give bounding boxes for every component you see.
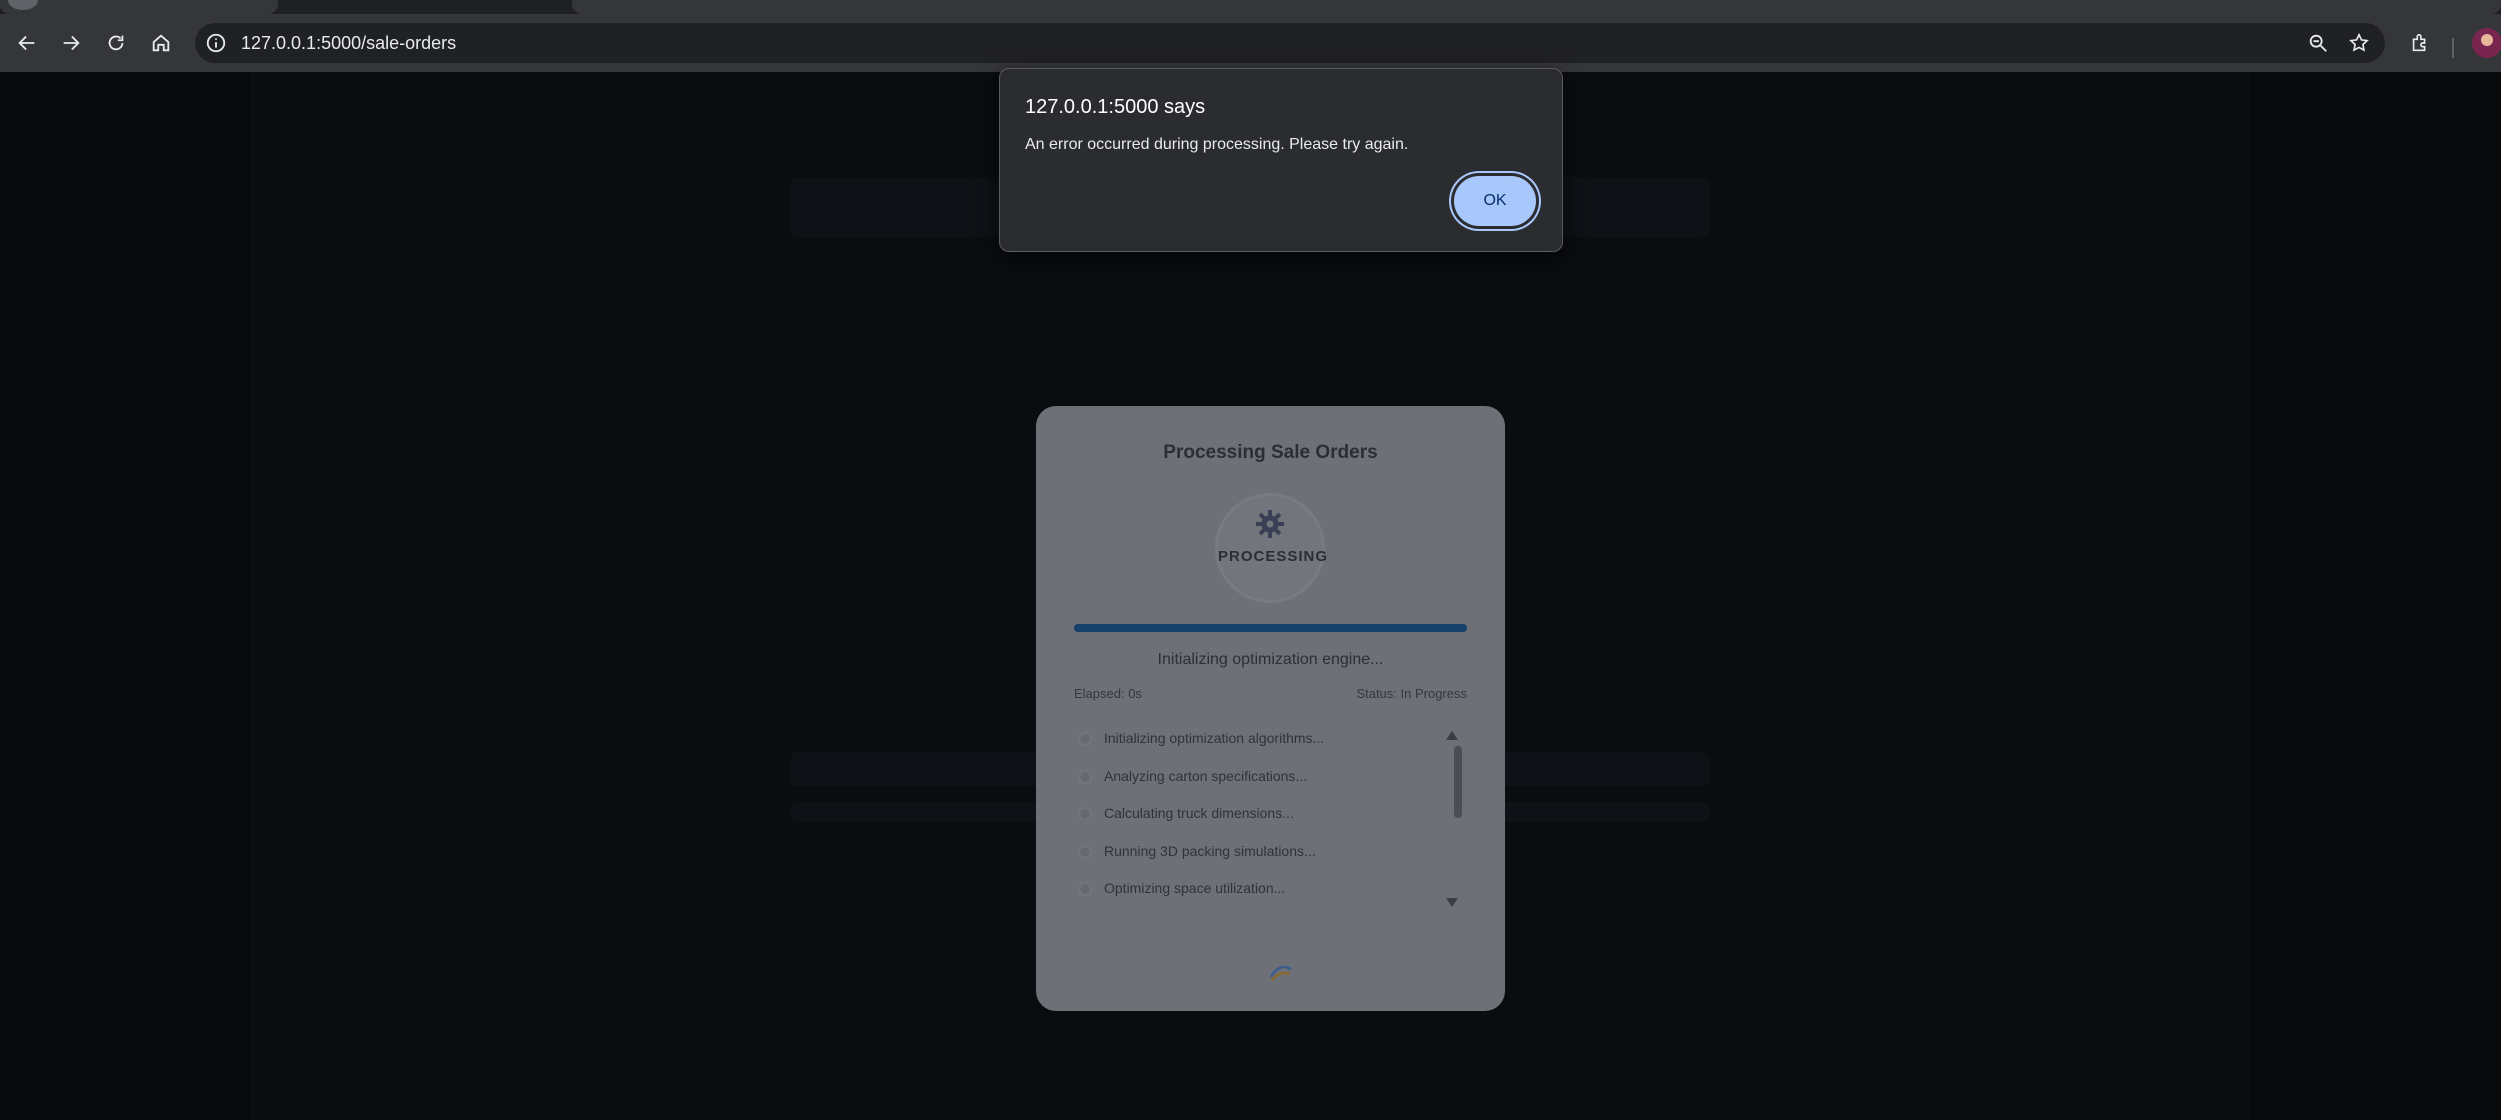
extensions-icon[interactable] [2405, 28, 2435, 58]
step-dot-icon [1078, 807, 1092, 821]
brand-logo-icon [1269, 965, 1292, 981]
alert-message: An error occurred during processing. Ple… [1025, 136, 1409, 153]
reload-icon[interactable] [101, 28, 131, 58]
forward-arrow-icon[interactable] [56, 28, 86, 58]
scroll-down-arrow-icon[interactable] [1446, 898, 1458, 907]
ok-button[interactable]: OK [1454, 176, 1536, 226]
toolbar-divider [2452, 38, 2454, 58]
step-label: Analyzing carton specifications... [1104, 767, 1308, 784]
alert-dialog: 127.0.0.1:5000 says An error occurred du… [999, 68, 1563, 252]
step-dot-icon [1078, 844, 1092, 859]
status-message: Initializing optimization engine... [1157, 651, 1384, 668]
list-item: Optimizing space utilization... [1074, 878, 1454, 908]
tab-strip [0, 0, 2501, 14]
processing-spinner: PROCESSING [1218, 496, 1329, 600]
progress-bar-fill [1074, 624, 1467, 632]
step-label: Calculating truck dimensions... [1104, 805, 1294, 821]
gear-icon [1256, 510, 1284, 538]
browser-tab-active[interactable] [572, 0, 2501, 14]
step-dot-icon [1078, 732, 1092, 746]
spinner-label: PROCESSING [1218, 548, 1329, 565]
step-label: Optimizing space utilization... [1104, 880, 1286, 896]
modal-title: Processing Sale Orders [1163, 442, 1378, 463]
site-info-icon[interactable] [205, 32, 227, 54]
alert-title: 127.0.0.1:5000 says [1025, 96, 1206, 118]
list-item: Calculating truck dimensions... [1074, 803, 1454, 841]
browser-toolbar: 127.0.0.1:5000/sale-orders [0, 14, 2501, 72]
step-dot-icon [1078, 769, 1092, 784]
bookmark-star-icon[interactable] [2348, 32, 2370, 54]
list-item: Analyzing carton specifications... [1074, 766, 1454, 804]
step-label: Running 3D packing simulations... [1104, 842, 1316, 859]
address-bar[interactable]: 127.0.0.1:5000/sale-orders [195, 23, 2385, 63]
step-dot-icon [1078, 882, 1092, 896]
list-item: Running 3D packing simulations... [1074, 841, 1454, 879]
processing-modal: Processing Sale Orders PROCESSING Initia… [1036, 406, 1505, 1011]
tab-favicon [8, 0, 38, 10]
list-item: Initializing optimization algorithms... [1074, 728, 1454, 766]
scrollbar-thumb[interactable] [1454, 746, 1462, 818]
browser-tab[interactable] [0, 0, 278, 14]
back-arrow-icon[interactable] [12, 28, 42, 58]
step-list[interactable]: Initializing optimization algorithms... … [1074, 728, 1454, 908]
profile-avatar[interactable] [2472, 28, 2501, 58]
zoom-icon[interactable] [2307, 32, 2329, 54]
url-text[interactable]: 127.0.0.1:5000/sale-orders [241, 23, 456, 63]
home-icon[interactable] [146, 28, 176, 58]
elapsed-time: Elapsed: 0s [1074, 686, 1142, 701]
scroll-up-arrow-icon[interactable] [1446, 731, 1458, 740]
progress-bar [1074, 624, 1467, 632]
status-text: Status: In Progress [1356, 686, 1467, 701]
step-label: Initializing optimization algorithms... [1104, 730, 1325, 746]
